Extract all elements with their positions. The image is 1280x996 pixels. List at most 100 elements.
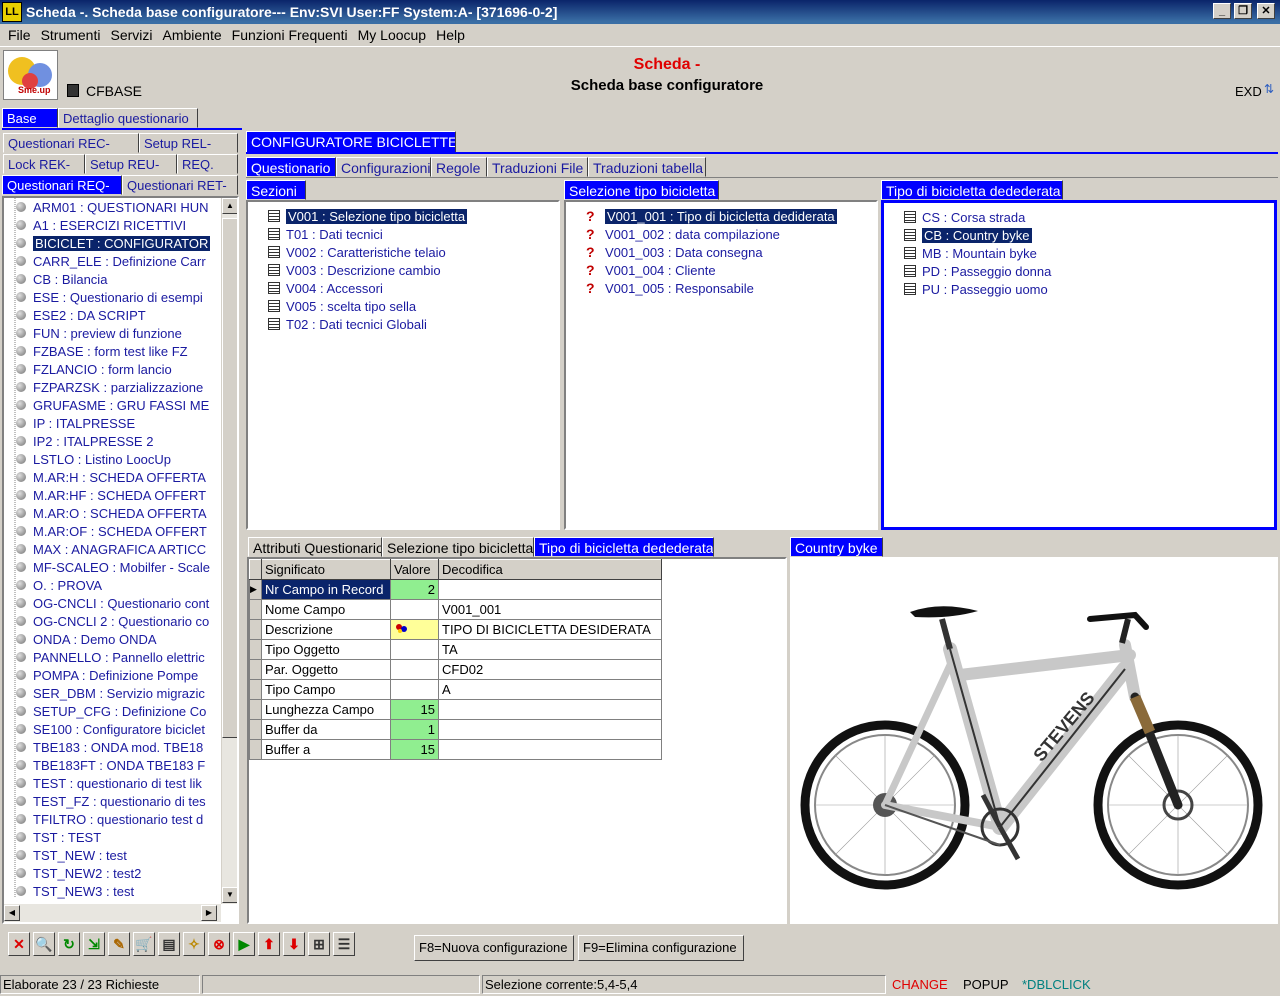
tab-configurazioni[interactable]: Configurazioni [336, 157, 431, 177]
cell-valore[interactable] [390, 679, 439, 700]
selezione-item[interactable]: ? V001_005 : Responsabile [586, 279, 754, 297]
cell-valore[interactable]: 15 [390, 699, 439, 720]
delete-configuration-button[interactable]: F9=Elimina configurazione [578, 935, 744, 961]
list-item[interactable]: FZBASE : form test like FZ [16, 342, 188, 360]
tab-base[interactable]: Base [2, 108, 58, 128]
cell-valore[interactable] [390, 639, 439, 660]
exd-icon[interactable]: ⇅ [1264, 82, 1274, 96]
cell-decodifica[interactable] [438, 699, 662, 720]
row-header[interactable] [249, 619, 262, 640]
cell-valore[interactable] [390, 599, 439, 620]
table-row[interactable]: Par. Oggetto CFD02 [249, 659, 662, 680]
cell-significato[interactable]: Nr Campo in Record [261, 579, 391, 600]
row-header[interactable] [249, 599, 262, 620]
close-icon[interactable]: ✕ [8, 932, 30, 956]
scroll-down-icon[interactable]: ▼ [222, 887, 237, 903]
list-item[interactable]: TFILTRO : questionario test d [16, 810, 203, 828]
tab-questionari-req[interactable]: Questionari REQ- [2, 175, 122, 195]
cell-significato[interactable]: Descrizione [261, 619, 391, 640]
list-item[interactable]: SER_DBM : Servizio migrazic [16, 684, 205, 702]
scroll-thumb[interactable] [222, 218, 237, 738]
list-item[interactable]: GRUFASME : GRU FASSI ME [16, 396, 209, 414]
find-icon[interactable]: ✧ [183, 932, 205, 956]
cell-significato[interactable]: Lunghezza Campo [261, 699, 391, 720]
cell-significato[interactable]: Par. Oggetto [261, 659, 391, 680]
sezioni-item[interactable]: T01 : Dati tecnici [268, 225, 383, 243]
list-item[interactable]: ESE : Questionario di esempi [16, 288, 203, 306]
menu-help[interactable]: Help [431, 27, 470, 43]
exd-label[interactable]: EXD [1235, 84, 1262, 99]
tab-traduzioni-tabella[interactable]: Traduzioni tabella [588, 157, 706, 177]
list-item[interactable]: TST_NEW : test [16, 846, 127, 864]
list-item[interactable]: IP2 : ITALPRESSE 2 [16, 432, 153, 450]
sezioni-title[interactable]: Sezioni [246, 180, 306, 200]
list-item[interactable]: SETUP_CFG : Definizione Co [16, 702, 206, 720]
list-item[interactable]: ARM01 : QUESTIONARI HUN [16, 198, 209, 216]
list-item[interactable]: POMPA : Definizione Pompe [16, 666, 198, 684]
list-item[interactable]: CB : Bilancia [16, 270, 107, 288]
tipo-item[interactable]: MB : Mountain byke [904, 244, 1037, 262]
list-item[interactable]: LSTLO : Listino LoocUp [16, 450, 171, 468]
list-item[interactable]: OG-CNCLI : Questionario cont [16, 594, 209, 612]
list-item[interactable]: MF-SCALEO : Mobilfer - Scale [16, 558, 210, 576]
table-row[interactable]: Nome Campo V001_001 [249, 599, 662, 620]
tab-selezione-tipo[interactable]: Selezione tipo bicicletta [382, 537, 534, 557]
selezione-item[interactable]: ? V001_004 : Cliente [586, 261, 716, 279]
sezioni-item[interactable]: V004 : Accessori [268, 279, 383, 297]
row-header[interactable]: ▶ [249, 579, 262, 600]
minimize-button[interactable]: _ [1213, 3, 1231, 19]
tipo-item[interactable]: PD : Passeggio donna [904, 262, 1051, 280]
table-row[interactable]: ▶ Nr Campo in Record 2 [249, 579, 662, 600]
tab-attributi-questionario[interactable]: Attributi Questionario [248, 537, 382, 557]
table-row[interactable]: Lunghezza Campo 15 [249, 699, 662, 720]
sezioni-item[interactable]: V002 : Caratteristiche telaio [268, 243, 446, 261]
cell-significato[interactable]: Tipo Campo [261, 679, 391, 700]
cell-decodifica[interactable]: V001_001 [438, 599, 662, 620]
list-item[interactable]: TBE183FT : ONDA TBE183 F [16, 756, 205, 774]
list-hscrollbar[interactable]: ◀ ▶ [4, 904, 221, 922]
down-icon[interactable]: ⬇ [283, 932, 305, 956]
table-row[interactable]: Buffer da 1 [249, 719, 662, 740]
tipo-item[interactable]: PU : Passeggio uomo [904, 280, 1048, 298]
cell-decodifica[interactable]: TA [438, 639, 662, 660]
tab-lock-rek[interactable]: Lock REK- [3, 154, 85, 174]
tab-questionari-ret[interactable]: Questionari RET- [122, 175, 238, 195]
list-item[interactable]: TEST_FZ : questionario di tes [16, 792, 206, 810]
scroll-up-icon[interactable]: ▲ [222, 198, 237, 214]
cell-significato[interactable]: Buffer da [261, 719, 391, 740]
cell-significato[interactable]: Nome Campo [261, 599, 391, 620]
tipo-item[interactable]: CB : Country byke [904, 226, 1032, 244]
tab-tipo-bicicletta[interactable]: Tipo di bicicletta dedederata [534, 537, 714, 557]
list-item[interactable]: ESE2 : DA SCRIPT [16, 306, 146, 324]
search-icon[interactable]: 🔍 [33, 932, 55, 956]
cell-decodifica[interactable]: A [438, 679, 662, 700]
selezione-item[interactable]: ? V001_001 : Tipo di bicicletta dediderat… [586, 207, 837, 225]
print-icon[interactable]: ▤ [158, 932, 180, 956]
table-row[interactable]: Buffer a 15 [249, 739, 662, 760]
row-header[interactable] [249, 699, 262, 720]
col-valore[interactable]: Valore [390, 559, 439, 580]
new-configuration-button[interactable]: F8=Nuova configurazione [414, 935, 574, 961]
list-item[interactable]: BICICLET : CONFIGURATOR [16, 234, 211, 252]
sezioni-item[interactable]: V001 : Selezione tipo bicicletta [268, 207, 468, 225]
cell-significato[interactable]: Buffer a [261, 739, 391, 760]
sezioni-item[interactable]: T02 : Dati tecnici Globali [268, 315, 427, 333]
list-item[interactable]: PANNELLO : Pannello elettric [16, 648, 205, 666]
tab-req[interactable]: REQ. [177, 154, 238, 174]
row-header[interactable] [249, 679, 262, 700]
cell-significato[interactable]: Tipo Oggetto [261, 639, 391, 660]
list-item[interactable]: TST : TEST [16, 828, 101, 846]
row-header[interactable] [249, 639, 262, 660]
list-item[interactable]: CARR_ELE : Definizione Carr [16, 252, 206, 270]
cell-decodifica[interactable]: CFD02 [438, 659, 662, 680]
refresh-icon[interactable]: ↻ [58, 932, 80, 956]
list-item[interactable]: TBE183 : ONDA mod. TBE18 [16, 738, 203, 756]
close-window-button[interactable]: ✕ [1257, 3, 1275, 19]
selezione-item[interactable]: ? V001_003 : Data consegna [586, 243, 763, 261]
cell-decodifica[interactable]: TIPO DI BICICLETTA DESIDERATA [438, 619, 662, 640]
tab-regole[interactable]: Regole [431, 157, 487, 177]
table-row[interactable]: Descrizione TIPO DI BICICLETTA DESIDERATA [249, 619, 662, 640]
tree-icon[interactable]: ⊞ [308, 932, 330, 956]
selezione-title[interactable]: Selezione tipo bicicletta [564, 180, 719, 200]
scroll-left-icon[interactable]: ◀ [4, 905, 20, 921]
